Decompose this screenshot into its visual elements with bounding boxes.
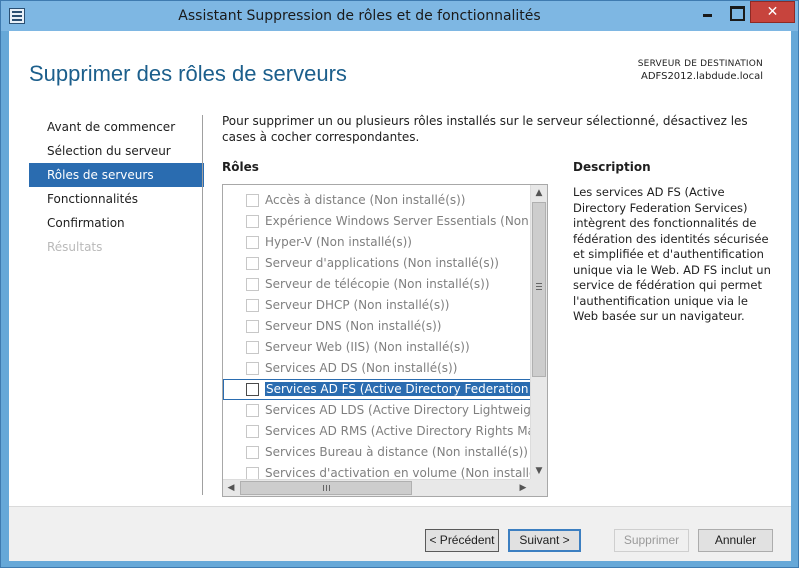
nav-item-resultats: Résultats: [47, 240, 103, 254]
role-label: Services AD LDS (Active Directory Lightw…: [265, 403, 531, 417]
role-label: Hyper-V (Non installé(s)): [265, 235, 412, 249]
description-heading: Description: [573, 160, 651, 174]
wizard-window: Assistant Suppression de rôles et de fon…: [0, 0, 799, 568]
wizard-footer: < Précédent Suivant > Supprimer Annuler: [9, 506, 791, 561]
horizontal-scroll-thumb[interactable]: [240, 481, 412, 495]
vertical-scroll-thumb[interactable]: [532, 202, 546, 377]
previous-button[interactable]: < Précédent: [425, 529, 499, 552]
role-label: Serveur Web (IIS) (Non installé(s)): [265, 340, 470, 354]
scroll-up-icon[interactable]: ▲: [531, 185, 547, 202]
scroll-down-icon[interactable]: ▼: [531, 463, 547, 480]
role-item[interactable]: Serveur d'applications (Non installé(s)): [223, 253, 531, 274]
close-icon[interactable]: [750, 1, 795, 23]
roles-list[interactable]: Accès à distance (Non installé(s)) Expéri…: [222, 184, 548, 497]
role-item[interactable]: Services AD LDS (Active Directory Lightw…: [223, 400, 531, 421]
role-item[interactable]: Serveur de télécopie (Non installé(s)): [223, 274, 531, 295]
nav-item-avant-de-commencer[interactable]: Avant de commencer: [29, 115, 204, 139]
horizontal-scrollbar[interactable]: ◀ ▶: [223, 479, 531, 496]
role-checkbox[interactable]: [246, 404, 259, 417]
nav-divider: [202, 115, 203, 495]
role-checkbox[interactable]: [246, 215, 259, 228]
role-item[interactable]: Services Bureau à distance (Non installé…: [223, 442, 531, 463]
role-label: Services AD RMS (Active Directory Rights…: [265, 424, 531, 438]
cancel-button[interactable]: Annuler: [698, 529, 773, 552]
role-checkbox[interactable]: [246, 425, 259, 438]
role-label: Services Bureau à distance (Non installé…: [265, 445, 528, 459]
role-checkbox[interactable]: [246, 278, 259, 291]
role-item[interactable]: Expérience Windows Server Essentials (No…: [223, 211, 531, 232]
scroll-right-icon[interactable]: ▶: [515, 480, 531, 496]
title-bar[interactable]: Assistant Suppression de rôles et de fon…: [1, 1, 798, 31]
nav-item-confirmation[interactable]: Confirmation: [29, 211, 204, 235]
role-item[interactable]: Services d'activation en volume (Non ins…: [223, 463, 531, 480]
role-label: Expérience Windows Server Essentials (No…: [265, 214, 531, 228]
role-checkbox[interactable]: [246, 299, 259, 312]
roles-list-viewport: Accès à distance (Non installé(s)) Expéri…: [223, 185, 531, 480]
role-checkbox[interactable]: [246, 194, 259, 207]
nav-item-selection-serveur[interactable]: Sélection du serveur: [29, 139, 204, 163]
role-label: Serveur de télécopie (Non installé(s)): [265, 277, 490, 291]
role-label: Serveur DNS (Non installé(s)): [265, 319, 442, 333]
role-item[interactable]: Services AD FS (Active Directory Federat…: [223, 379, 531, 400]
destination-server-name: ADFS2012.labdude.local: [640, 71, 763, 82]
next-button[interactable]: Suivant >: [508, 529, 581, 552]
vertical-scrollbar[interactable]: ▲ ▼: [530, 185, 547, 480]
minimize-icon[interactable]: [694, 1, 721, 23]
description-text: Les services AD FS (Active Directory Fed…: [573, 185, 771, 323]
role-item[interactable]: Services AD RMS (Active Directory Rights…: [223, 421, 531, 442]
role-checkbox[interactable]: [246, 236, 259, 249]
nav-item-fonctionnalites[interactable]: Fonctionnalités: [29, 187, 204, 211]
window-title: Assistant Suppression de rôles et de fon…: [178, 8, 541, 24]
nav-item-roles-serveurs[interactable]: Rôles de serveurs: [29, 163, 204, 187]
destination-server-label: SERVEUR DE DESTINATION: [637, 59, 763, 69]
role-label: Accès à distance (Non installé(s)): [265, 193, 466, 207]
roles-heading: Rôles: [222, 160, 259, 174]
role-label: Services d'activation en volume (Non ins…: [265, 466, 531, 480]
role-label: Services AD FS (Active Directory Federat…: [265, 382, 531, 396]
remove-button: Supprimer: [614, 529, 689, 552]
role-checkbox[interactable]: [246, 362, 259, 375]
wizard-steps-nav: Avant de commencer Sélection du serveur …: [29, 115, 204, 259]
role-checkbox[interactable]: [246, 383, 259, 396]
role-label: Services AD DS (Non installé(s)): [265, 361, 458, 375]
role-item[interactable]: Services AD DS (Non installé(s)): [223, 358, 531, 379]
role-checkbox[interactable]: [246, 320, 259, 333]
intro-text: Pour supprimer un ou plusieurs rôles ins…: [222, 114, 748, 144]
page-title: Supprimer des rôles de serveurs: [29, 61, 347, 86]
role-checkbox[interactable]: [246, 341, 259, 354]
role-checkbox[interactable]: [246, 257, 259, 270]
role-item[interactable]: Accès à distance (Non installé(s)): [223, 190, 531, 211]
role-item[interactable]: Serveur DHCP (Non installé(s)): [223, 295, 531, 316]
role-label: Serveur DHCP (Non installé(s)): [265, 298, 450, 312]
role-item[interactable]: Hyper-V (Non installé(s)): [223, 232, 531, 253]
role-checkbox[interactable]: [246, 446, 259, 459]
role-item[interactable]: Serveur DNS (Non installé(s)): [223, 316, 531, 337]
maximize-icon[interactable]: [722, 1, 749, 23]
role-label: Serveur d'applications (Non installé(s)): [265, 256, 499, 270]
scrollbar-corner: [530, 479, 547, 496]
scroll-left-icon[interactable]: ◀: [223, 480, 239, 496]
wizard-body: Supprimer des rôles de serveurs SERVEUR …: [9, 31, 791, 561]
role-item[interactable]: Serveur Web (IIS) (Non installé(s)): [223, 337, 531, 358]
